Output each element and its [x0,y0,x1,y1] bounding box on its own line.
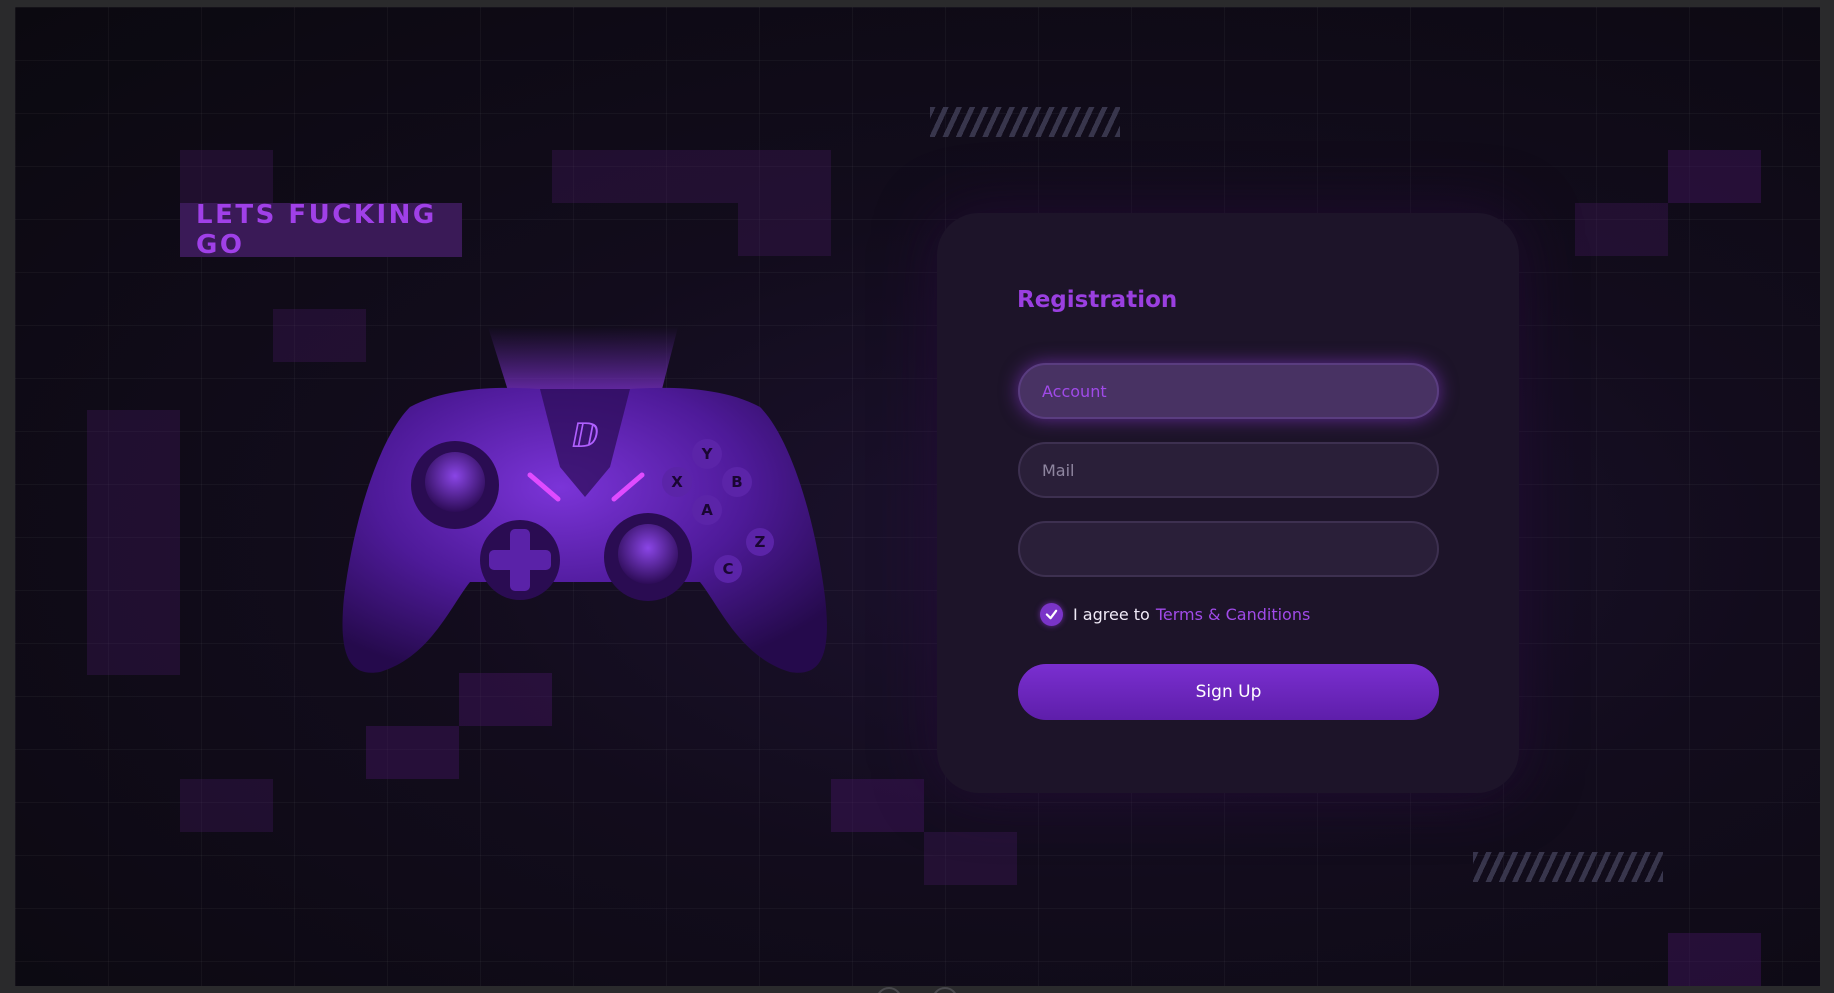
bg-tile [924,832,1017,885]
right-stick [618,524,678,584]
hero-badge-text: LETS FUCKING GO [196,200,437,260]
bg-tile [1668,933,1761,986]
stripe-decoration [930,107,1120,137]
mail-input[interactable]: Mail [1018,442,1439,498]
bg-tile [1575,203,1668,256]
agree-text: I agree to [1073,605,1150,624]
gamepad-illustration: ⅅ Y X B A Z C [342,327,827,673]
page-frame: LETS FUCKING GO ⅅ Y X B A Z C Registrati… [15,7,1820,986]
stripe-decoration [1473,852,1663,882]
hero-badge: LETS FUCKING GO [180,200,462,260]
account-input[interactable]: Account [1018,363,1439,419]
bottom-indicators [876,987,958,993]
registration-card: Registration Account Mail I agree to Ter… [937,213,1519,793]
bg-tile [831,779,924,832]
bg-tile [87,410,180,675]
svg-text:X: X [671,473,683,491]
light-beam [488,327,678,397]
sign-up-button[interactable]: Sign Up [1018,664,1439,720]
svg-text:Y: Y [701,445,714,463]
terms-row: I agree to Terms & Canditions [1040,603,1310,626]
svg-text:B: B [731,473,742,491]
bg-tile [180,150,273,203]
password-input[interactable] [1018,521,1439,577]
indicator-dot[interactable] [876,987,902,993]
svg-text:C: C [722,560,733,578]
terms-link[interactable]: Terms & Canditions [1156,605,1310,624]
bg-tile [552,150,738,203]
logo-mark: ⅅ [571,416,599,456]
terms-checkbox[interactable] [1040,603,1063,626]
bg-tile [1668,150,1761,203]
background-grid [15,7,1820,986]
left-stick [425,452,485,512]
indicator-dot[interactable] [932,987,958,993]
registration-title: Registration [1017,287,1178,313]
bg-tile [180,779,273,832]
svg-text:A: A [701,501,713,519]
dpad [480,520,560,600]
check-icon [1045,609,1058,620]
svg-text:Z: Z [755,533,766,551]
bg-tile [738,150,831,256]
